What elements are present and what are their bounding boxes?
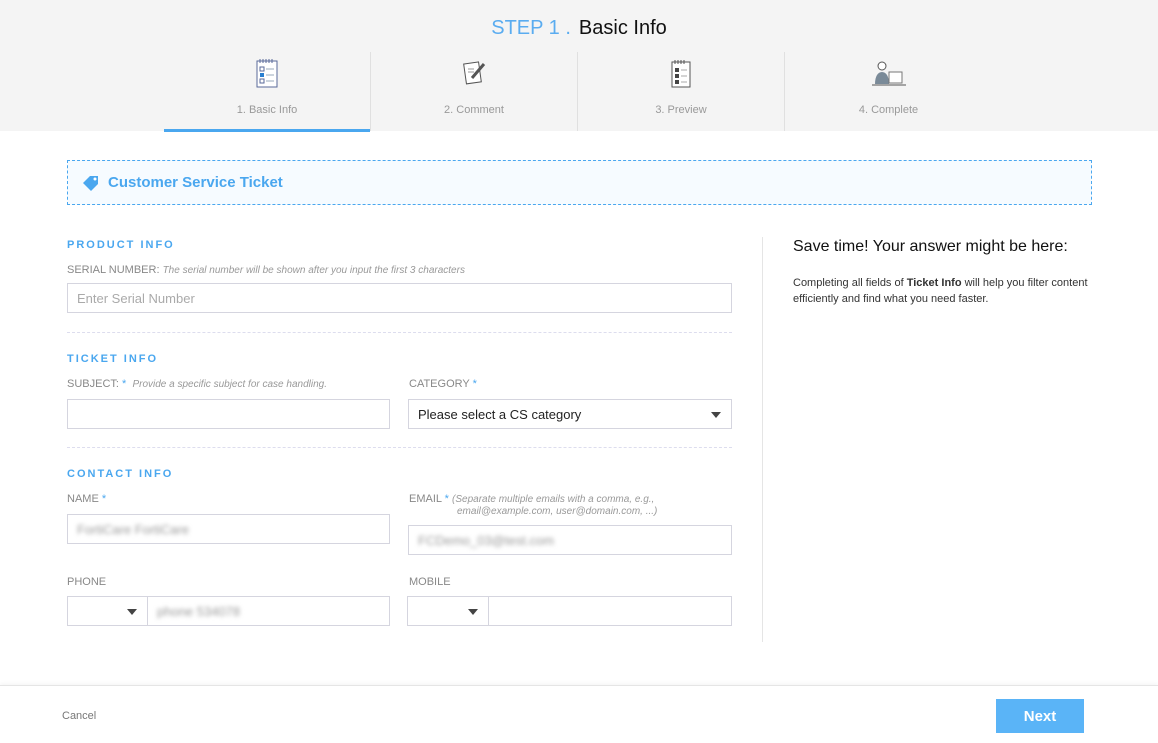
subject-label: SUBJECT: * Provide a specific subject fo… [67, 378, 327, 390]
email-input[interactable]: FCDemo_03@test.com [408, 525, 732, 555]
help-text: Completing all fields of Ticket Info wil… [793, 277, 1088, 305]
mobile-input[interactable] [488, 596, 732, 626]
cancel-button[interactable]: Cancel [62, 710, 96, 722]
ticket-info-heading: TICKET INFO [67, 353, 159, 365]
name-input[interactable]: FortiCare FortiCare [67, 514, 390, 544]
checklist-icon [256, 59, 278, 88]
divider [67, 447, 732, 448]
tag-icon [83, 175, 98, 191]
footer: Cancel Next [0, 685, 1158, 743]
contact-info-heading: CONTACT INFO [67, 468, 174, 480]
step-basic-info[interactable]: 1. Basic Info [164, 52, 371, 132]
phone-label: PHONE [67, 576, 107, 588]
category-select[interactable]: Please select a CS category [408, 399, 732, 429]
step-complete[interactable]: 4. Complete [785, 52, 992, 131]
ticket-banner: Customer Service Ticket [67, 160, 1092, 205]
serial-label: SERIAL NUMBER: The serial number will be… [67, 264, 465, 276]
help-title: Save time! Your answer might be here: [793, 238, 1068, 255]
chevron-down-icon [711, 412, 721, 418]
phone-country-select[interactable] [67, 596, 148, 626]
next-button[interactable]: Next [996, 699, 1084, 733]
chevron-down-icon [468, 609, 478, 615]
name-label: NAME * [67, 493, 107, 505]
email-label: EMAIL * (Separate multiple emails with a… [409, 493, 658, 517]
step-comment[interactable]: 2. Comment [371, 52, 578, 131]
divider [67, 332, 732, 333]
subject-input[interactable] [67, 399, 390, 429]
page-title: STEP 1 . Basic Info [491, 17, 667, 39]
mobile-label: MOBILE [409, 576, 451, 588]
step-preview[interactable]: 3. Preview [578, 52, 785, 131]
serial-number-input[interactable]: Enter Serial Number [67, 283, 732, 313]
mobile-country-select[interactable] [407, 596, 489, 626]
wizard-header: STEP 1 . Basic Info 1. Basic Info 2. Comm… [0, 0, 1158, 132]
category-label: CATEGORY * [409, 378, 477, 390]
note-pencil-icon [463, 61, 486, 85]
product-info-heading: PRODUCT INFO [67, 239, 175, 251]
chevron-down-icon [127, 609, 137, 615]
column-divider [762, 237, 763, 642]
step-tabs: 1. Basic Info 2. Comment 3. Preview 4. C… [164, 52, 992, 132]
person-laptop-icon [871, 61, 906, 86]
phone-input[interactable]: phone 534078 [147, 596, 390, 626]
checklist-preview-icon [671, 60, 691, 88]
